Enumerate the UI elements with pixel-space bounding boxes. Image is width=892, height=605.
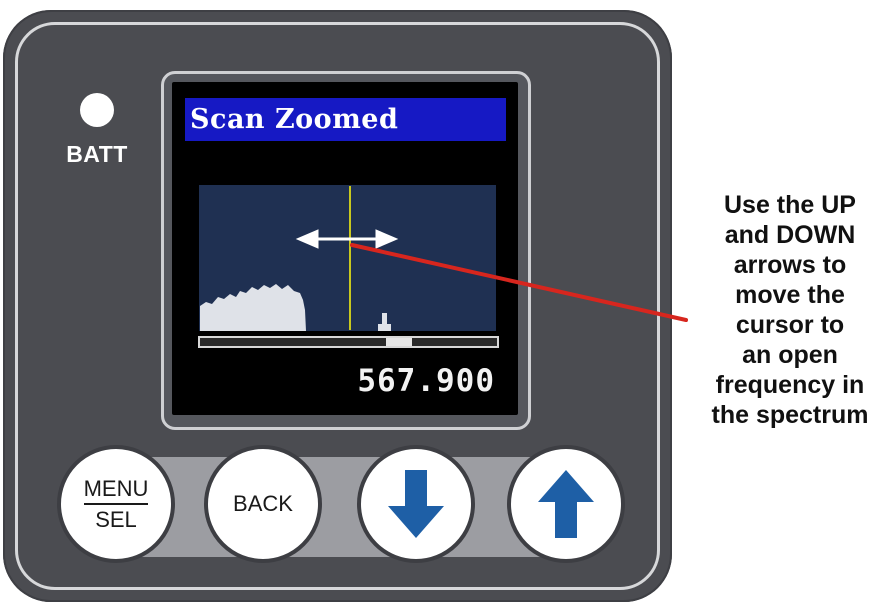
spectrum-signal-blip-base bbox=[378, 324, 391, 331]
annotation-line: cursor to bbox=[735, 311, 845, 339]
annotation-line: an open bbox=[742, 341, 838, 369]
annotation-line: arrows to bbox=[733, 251, 847, 279]
scan-position-thumb[interactable] bbox=[386, 338, 412, 346]
frequency-readout: 567.900 bbox=[357, 363, 495, 399]
menu-divider bbox=[84, 502, 148, 505]
back-label: BACK bbox=[233, 491, 293, 516]
annotation-line: frequency in bbox=[715, 371, 865, 399]
back-button[interactable]: BACK bbox=[204, 445, 322, 563]
annotation-line: and DOWN bbox=[724, 221, 856, 249]
menu-sel-button[interactable]: MENU SEL bbox=[57, 445, 175, 563]
instruction-annotation: Use the UP and DOWN arrows to move the c… bbox=[690, 190, 890, 430]
menu-label: MENU bbox=[83, 475, 149, 501]
arrow-up-icon bbox=[538, 470, 594, 538]
annotation-line: Use the UP bbox=[724, 191, 856, 219]
annotation-line: move the bbox=[735, 281, 845, 309]
annotation-line: the spectrum bbox=[711, 401, 869, 429]
down-button[interactable] bbox=[357, 445, 475, 563]
scan-position-bar bbox=[198, 336, 499, 348]
up-button[interactable] bbox=[507, 445, 625, 563]
sel-label: SEL bbox=[95, 506, 137, 532]
arrow-down-icon bbox=[388, 470, 444, 538]
